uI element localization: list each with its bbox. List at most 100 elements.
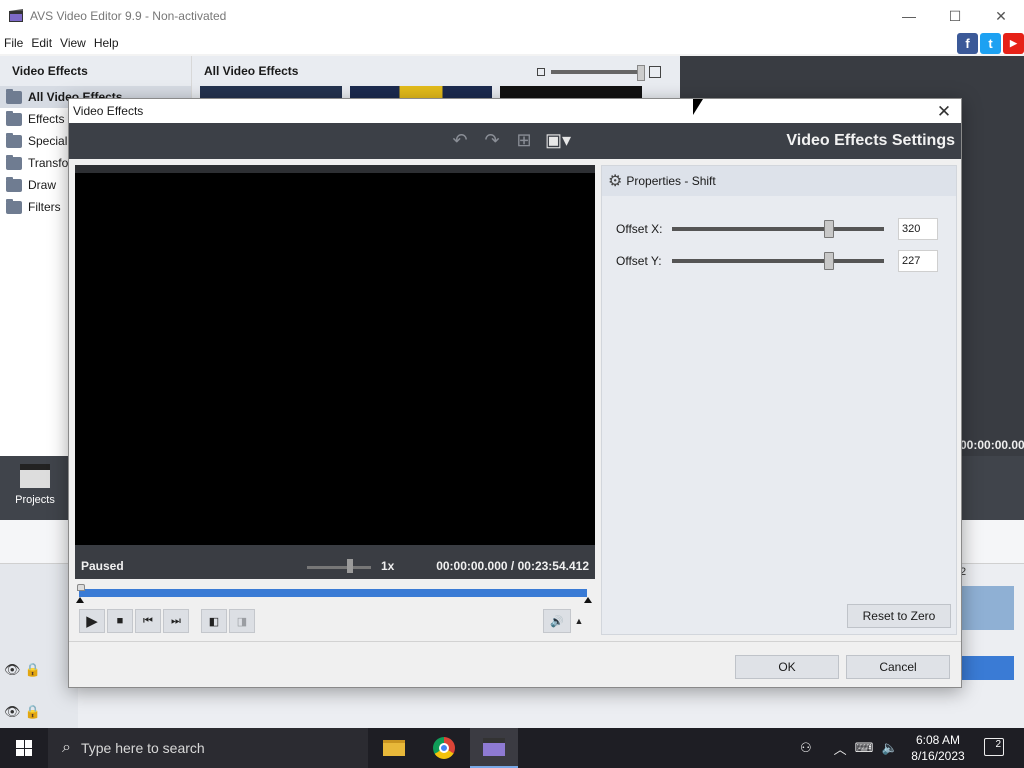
time-separator: / [510,559,515,573]
offset-y-slider[interactable] [672,252,884,270]
seek-position-knob[interactable] [77,584,85,591]
people-icon[interactable]: ⚇ [800,740,812,756]
dialog-title: Video Effects [73,104,144,118]
show-hidden-icons-icon[interactable]: ︿ [834,739,847,758]
mark-out-button[interactable]: ◨ [229,609,255,633]
folder-icon [6,198,22,214]
current-time: 00:00:00.000 [436,559,508,573]
volume-dropdown-arrow[interactable]: ▲ [571,609,587,633]
taskbar-search-box[interactable]: ⌕ Type here to search [48,728,368,768]
minimize-button[interactable]: — [886,0,932,32]
ok-button[interactable]: OK [735,655,839,679]
system-tray: ⚇ ︿ ⌨ 🔈 [800,728,898,768]
reset-to-zero-button[interactable]: Reset to Zero [847,604,951,628]
time-display: 00:00:00.000 / 00:23:54.412 [436,559,589,573]
clock-time: 6:08 AM [915,733,961,747]
projects-label: Projects [15,494,55,506]
tree-item-label: Filters [28,200,61,214]
speed-slider-knob[interactable] [347,559,353,573]
trim-end-marker[interactable] [584,597,592,603]
dialog-close-button[interactable]: ✕ [933,101,955,123]
main-player-controls [960,456,1024,520]
close-window-button[interactable]: ✕ [978,0,1024,32]
play-button[interactable]: ▶ [79,609,105,633]
taskbar-avs-video-editor[interactable] [470,728,518,768]
taskbar-clock[interactable]: 6:08 AM 8/16/2023 [902,732,974,764]
dialog-heading: Video Effects Settings [786,132,955,149]
properties-header: ⚙ Properties - Shift [602,166,956,196]
chrome-icon [433,737,455,759]
notification-center-icon[interactable]: 2 [984,738,1004,756]
dialog-footer-divider [69,641,961,642]
volume-icon[interactable]: 🔊 [543,609,571,633]
menu-help[interactable]: Help [90,36,123,50]
stop-button[interactable]: ■ [107,609,133,633]
lock-icon[interactable]: 🔒 [25,704,41,720]
dialog-toolbar: ↶ ↷ ⊞ ▣▾ Video Effects Settings [69,123,961,159]
eye-icon[interactable]: 👁 [4,662,21,678]
window-controls: — ☐ ✕ [886,0,1024,32]
offset-x-label: Offset X: [616,222,663,236]
cancel-button[interactable]: Cancel [846,655,950,679]
seek-bar[interactable] [76,584,592,604]
properties-title: Properties - Shift [626,174,716,188]
mouse-cursor-icon [693,99,703,115]
offset-x-slider[interactable] [672,220,884,238]
projects-button[interactable]: Projects [0,456,70,520]
start-button[interactable] [0,728,48,768]
timeline-clip[interactable] [960,586,1014,630]
small-thumbnail-icon[interactable] [537,68,545,76]
search-icon: ⌕ [62,739,71,756]
track-header-row: 👁 🔒 [4,704,41,720]
volume-tray-icon[interactable]: 🔈 [881,740,897,756]
video-preview [75,165,595,545]
gear-icon: ⚙ [608,173,623,190]
maximize-button[interactable]: ☐ [932,0,978,32]
avs-editor-icon [483,738,505,756]
video-effects-dialog: Video Effects ✕ ↶ ↷ ⊞ ▣▾ Video Effects S… [68,98,962,688]
search-placeholder: Type here to search [80,740,205,756]
next-frame-button[interactable]: ⏭ [163,609,189,633]
menu-edit[interactable]: Edit [27,36,56,50]
file-explorer-icon [383,740,405,756]
monitor-view-icon[interactable]: ▣▾ [545,130,571,151]
mark-in-button[interactable]: ◧ [201,609,227,633]
previous-frame-button[interactable]: ⏮ [135,609,161,633]
thumbnail-size-slider[interactable] [551,65,645,81]
grid-icon[interactable]: ⊞ [513,130,535,151]
twitter-icon[interactable]: t [980,33,1001,54]
network-icon[interactable]: ⌨ [855,740,874,756]
avs-app-icon [9,9,23,22]
trim-start-marker[interactable] [76,597,84,603]
offset-x-input[interactable]: 320 [898,218,938,240]
taskbar-chrome[interactable] [420,728,468,768]
timeline-effect-bar[interactable] [960,656,1014,680]
menu-file[interactable]: File [0,36,27,50]
clapperboard-icon [20,464,50,488]
clock-date: 8/16/2023 [911,749,965,763]
menu-view[interactable]: View [56,36,90,50]
speed-slider[interactable] [307,566,371,569]
seek-bar-fill [79,589,587,597]
app-title: AVS Video Editor 9.9 - Non-activated [30,9,227,23]
eye-icon[interactable]: 👁 [4,704,21,720]
folder-icon [6,88,22,104]
taskbar-file-explorer[interactable] [370,728,418,768]
tree-item-label: Draw [28,178,57,192]
redo-icon[interactable]: ↷ [481,130,503,151]
left-panel-header: Video Effects [0,56,191,86]
offset-y-label: Offset Y: [616,254,662,268]
large-thumbnail-icon[interactable] [649,66,661,78]
tree-item-label: Effects [28,112,65,126]
youtube-icon[interactable]: ▶ [1003,33,1024,54]
lock-icon[interactable]: 🔒 [25,662,41,678]
social-links: f t ▶ [957,33,1024,54]
volume-control: 🔊 ▲ [543,609,587,633]
playback-status: Paused [81,559,124,573]
offset-y-knob[interactable] [823,252,834,270]
offset-x-knob[interactable] [823,220,834,238]
offset-y-input[interactable]: 227 [898,250,938,272]
facebook-icon[interactable]: f [957,33,978,54]
gallery-title: All Video Effects [204,64,299,78]
undo-icon[interactable]: ↶ [449,130,471,151]
